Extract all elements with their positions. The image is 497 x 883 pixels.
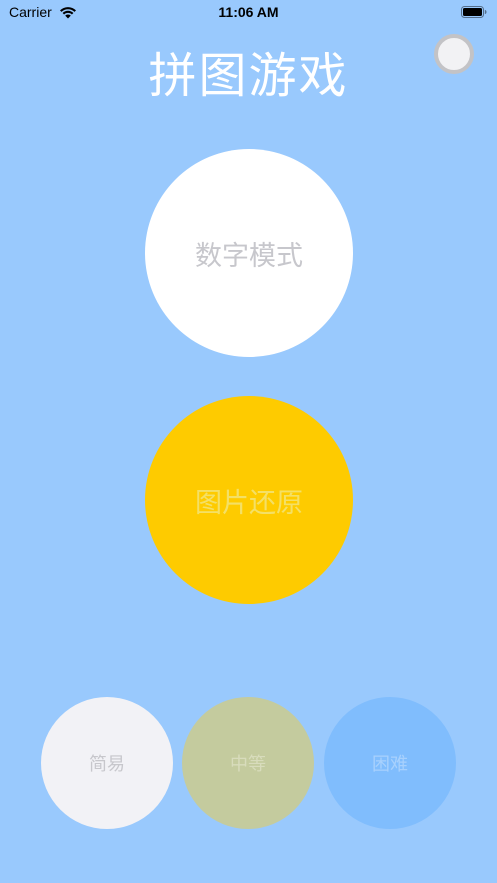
circle-toggle-icon[interactable] (434, 34, 474, 74)
difficulty-medium-label: 中等 (230, 754, 266, 775)
number-mode-button[interactable]: 数字模式 (145, 149, 353, 357)
page-title: 拼图游戏 (148, 48, 349, 104)
battery-icon (461, 6, 487, 18)
difficulty-medium-button[interactable]: 中等 (182, 697, 314, 829)
difficulty-hard-label: 困难 (372, 754, 408, 775)
difficulty-hard-button[interactable]: 困难 (324, 697, 456, 829)
image-mode-label: 图片还原 (195, 487, 303, 519)
difficulty-easy-label: 简易 (89, 754, 125, 775)
image-mode-button[interactable]: 图片还原 (145, 396, 353, 604)
status-bar: Carrier 11:06 AM (0, 0, 497, 26)
number-mode-label: 数字模式 (195, 240, 303, 272)
difficulty-easy-button[interactable]: 简易 (41, 697, 173, 829)
status-time: 11:06 AM (218, 4, 279, 20)
